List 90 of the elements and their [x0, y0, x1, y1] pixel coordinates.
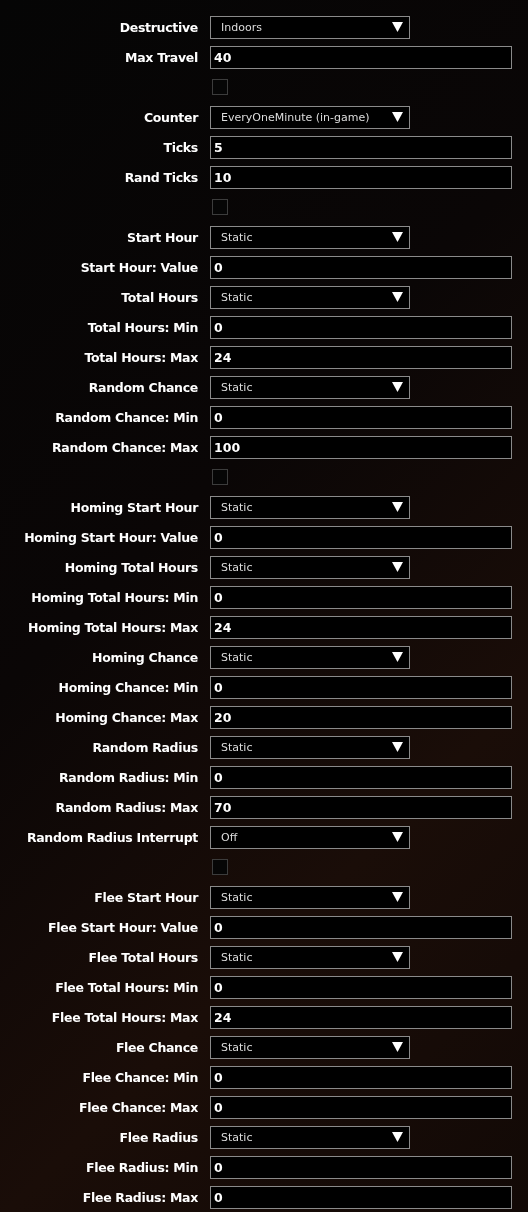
input-field[interactable]: 24 — [210, 615, 512, 639]
caret-icon — [392, 292, 403, 302]
field-label: Flee Total Hours: Max — [50, 1009, 198, 1025]
input-field[interactable]: 0 — [210, 1065, 512, 1089]
input-field[interactable]: 0 — [210, 315, 512, 339]
caret-icon — [392, 382, 403, 392]
field-label: Flee Total Hours: Min — [54, 979, 198, 995]
dropdown[interactable]: EveryOneMinute (in-game) — [210, 105, 410, 129]
field-label: Random Radius Interrupt — [25, 829, 198, 845]
input-field[interactable]: 10 — [210, 165, 512, 189]
checkbox[interactable] — [212, 199, 228, 215]
field-label: Destructive — [118, 19, 198, 35]
input-field[interactable]: 0 — [210, 405, 512, 429]
field-label: Random Chance: Max — [50, 439, 198, 455]
checkbox[interactable] — [212, 469, 228, 485]
checkbox[interactable] — [212, 859, 228, 875]
field-label: Ticks — [162, 139, 198, 155]
field-label: Counter — [142, 109, 198, 125]
field-label: Rand Ticks — [123, 169, 198, 185]
input-field[interactable]: 20 — [210, 705, 512, 729]
field-label: Flee Radius — [118, 1129, 198, 1145]
input-field[interactable]: 0 — [210, 525, 512, 549]
caret-icon — [392, 562, 403, 572]
field-label: Flee Total Hours — [87, 949, 198, 965]
input-field[interactable]: 0 — [210, 585, 512, 609]
input-field[interactable]: 0 — [210, 915, 512, 939]
caret-icon — [392, 112, 403, 122]
caret-icon — [392, 232, 403, 242]
field-label: Homing Total Hours: Min — [30, 589, 198, 605]
field-label: Flee Start Hour: Value — [47, 919, 198, 935]
dropdown[interactable]: Off — [210, 825, 410, 849]
input-field[interactable]: 5 — [210, 135, 512, 159]
dropdown[interactable]: Indoors — [210, 15, 410, 39]
dropdown[interactable]: Static — [210, 735, 410, 759]
dropdown[interactable]: Static — [210, 285, 410, 309]
field-label: Random Chance: Min — [54, 409, 198, 425]
field-label: Total Hours: Max — [83, 349, 198, 365]
input-field[interactable]: 40 — [210, 45, 512, 69]
input-field[interactable]: 24 — [210, 1005, 512, 1029]
dropdown[interactable]: Static — [210, 555, 410, 579]
caret-icon — [392, 892, 403, 902]
field-label: Random Radius: Max — [54, 799, 198, 815]
field-label: Flee Chance — [114, 1039, 198, 1055]
field-label: Random Radius — [91, 739, 198, 755]
caret-icon — [392, 742, 403, 752]
input-field[interactable]: 0 — [210, 675, 512, 699]
caret-icon — [392, 22, 403, 32]
field-label: Flee Radius: Min — [85, 1159, 198, 1175]
input-field[interactable]: 70 — [210, 795, 512, 819]
field-label: Homing Chance: Min — [57, 679, 198, 695]
input-field[interactable]: 0 — [210, 765, 512, 789]
field-label: Total Hours: Min — [86, 319, 198, 335]
dropdown[interactable]: Static — [210, 1125, 410, 1149]
field-label: Homing Total Hours — [63, 559, 198, 575]
dropdown[interactable]: Static — [210, 885, 410, 909]
input-field[interactable]: 0 — [210, 255, 512, 279]
dropdown[interactable]: Static — [210, 1035, 410, 1059]
field-label: Homing Total Hours: Max — [27, 619, 198, 635]
field-label: Start Hour — [125, 229, 198, 245]
dropdown[interactable]: Static — [210, 495, 410, 519]
caret-icon — [392, 1042, 403, 1052]
field-label: Homing Start Hour — [69, 499, 198, 515]
caret-icon — [392, 502, 403, 512]
input-field[interactable]: 100 — [210, 435, 512, 459]
field-label: Flee Start Hour — [93, 889, 198, 905]
field-label: Start Hour: Value — [79, 259, 198, 275]
field-label: Homing Chance — [91, 649, 198, 665]
input-field[interactable]: 0 — [210, 1155, 512, 1179]
field-label: Random Radius: Min — [57, 769, 198, 785]
field-label: Random Chance — [87, 379, 198, 395]
field-label: Flee Radius: Max — [81, 1189, 198, 1205]
caret-icon — [392, 832, 403, 842]
dropdown[interactable]: Static — [210, 645, 410, 669]
input-field[interactable]: 0 — [210, 1095, 512, 1119]
dropdown[interactable]: Static — [210, 375, 410, 399]
field-label: Flee Chance: Min — [81, 1069, 198, 1085]
input-field[interactable]: 0 — [210, 1185, 512, 1209]
field-label: Homing Chance: Max — [54, 709, 198, 725]
caret-icon — [392, 652, 403, 662]
field-label: Flee Chance: Max — [78, 1099, 198, 1115]
checkbox[interactable] — [212, 79, 228, 95]
dropdown[interactable]: Static — [210, 945, 410, 969]
caret-icon — [392, 952, 403, 962]
field-label: Total Hours — [120, 289, 198, 305]
dropdown[interactable]: Static — [210, 225, 410, 249]
input-field[interactable]: 0 — [210, 975, 512, 999]
caret-icon — [392, 1132, 403, 1142]
field-label: Max Travel — [124, 49, 198, 65]
field-label: Homing Start Hour: Value — [23, 529, 198, 545]
input-field[interactable]: 24 — [210, 345, 512, 369]
